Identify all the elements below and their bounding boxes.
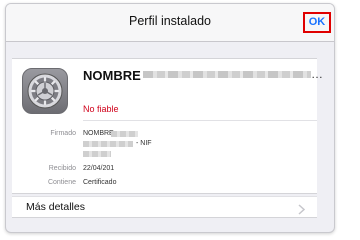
profile-name: NOMBRE [83, 68, 141, 83]
name-ellipsis: … [311, 67, 323, 81]
signed-nif: - NIF [136, 140, 152, 147]
signed-value: NOMBRE [83, 130, 114, 137]
card-divider [83, 120, 317, 121]
received-label: Recibido [48, 165, 76, 172]
more-details-label: Más detalles [26, 201, 85, 213]
redacted-signer-line3 [83, 151, 111, 157]
contains-label: Contiene [47, 179, 76, 186]
chevron-right-icon [298, 202, 306, 220]
received-date: 22/04/201 [83, 165, 115, 172]
ok-button[interactable]: OK [303, 12, 331, 33]
navigation-bar: Perfil instalado OK [6, 4, 334, 42]
dialog-title: Perfil instalado [129, 14, 211, 28]
settings-gear-icon [22, 68, 68, 114]
signed-label: Firmado [50, 130, 76, 137]
redacted-name-text [143, 71, 311, 78]
contains-value: Certificado [83, 179, 117, 186]
redacted-signer-line1 [111, 131, 138, 137]
more-details-row[interactable]: Más detalles [12, 196, 317, 218]
trust-status-label: No fiable [83, 104, 119, 114]
redacted-signer-line2 [83, 141, 133, 147]
